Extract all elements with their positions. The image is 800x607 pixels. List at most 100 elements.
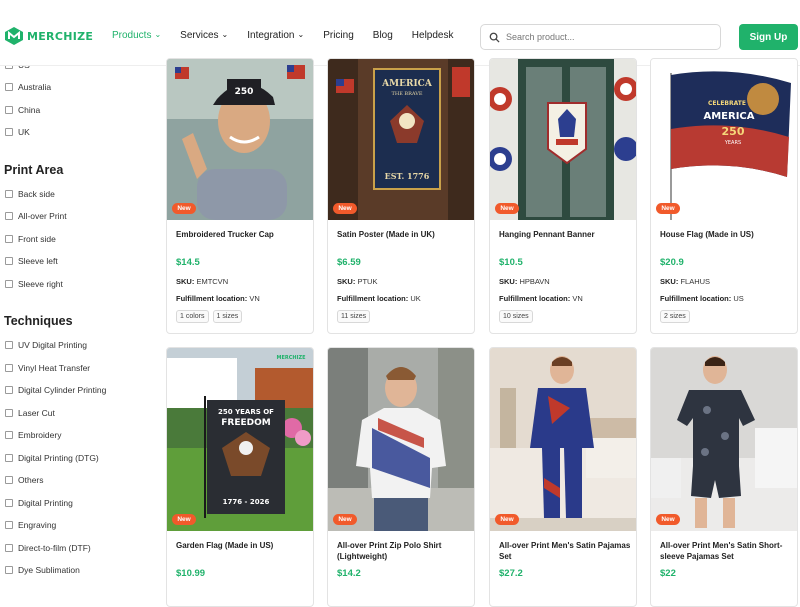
sku-value: HPBAVN (519, 277, 550, 286)
checkbox[interactable] (5, 66, 13, 69)
new-badge: New (656, 203, 680, 214)
garden-flag-freedom-text: FREEDOM (221, 418, 270, 428)
checkbox[interactable] (5, 128, 13, 136)
sign-up-button[interactable]: Sign Up (739, 24, 798, 50)
product-title[interactable]: Garden Flag (Made in US) (176, 540, 308, 551)
checkbox[interactable] (5, 386, 13, 394)
product-card[interactable]: 250 YEARS OF FREEDOM 1776 - 2026 MERCHIZ… (166, 347, 314, 607)
nav-helpdesk[interactable]: Helpdesk (412, 30, 454, 41)
new-badge: New (656, 514, 680, 525)
checkbox[interactable] (5, 257, 13, 265)
trucker-cap-photo: 250 (167, 59, 313, 220)
product-card[interactable]: New All-over Print Zip Polo Shirt (Light… (327, 347, 475, 607)
filter-technique[interactable]: Direct-to-film (DTF) (5, 543, 91, 553)
brand-logo[interactable]: MERCHIZE (4, 26, 93, 46)
filter-technique[interactable]: UV Digital Printing (5, 340, 87, 350)
search-input[interactable] (506, 32, 706, 42)
variant-chips: 11 sizes (337, 310, 374, 323)
product-title[interactable]: Satin Poster (Made in UK) (337, 229, 469, 240)
product-title[interactable]: All-over Print Men's Satin Pajamas Set (499, 540, 631, 562)
filter-technique[interactable]: Digital Printing (DTG) (5, 453, 99, 463)
nav-pricing[interactable]: Pricing (323, 30, 354, 41)
product-image[interactable] (651, 348, 797, 531)
filter-technique[interactable]: Engraving (5, 520, 56, 530)
nav-products[interactable]: Products ⌄ (112, 30, 161, 41)
checkbox[interactable] (5, 341, 13, 349)
product-title[interactable]: House Flag (Made in US) (660, 229, 792, 240)
filter-technique[interactable]: Others (5, 475, 44, 485)
product-title[interactable]: All-over Print Zip Polo Shirt (Lightweig… (337, 540, 469, 562)
product-title[interactable]: Hanging Pennant Banner (499, 229, 631, 240)
product-image[interactable] (328, 348, 474, 531)
checkbox[interactable] (5, 280, 13, 288)
filter-technique[interactable]: Vinyl Heat Transfer (5, 363, 90, 373)
product-card[interactable]: New All-over Print Men's Satin Short-sle… (650, 347, 798, 607)
cap-print-text: 250 (235, 87, 254, 97)
sku-label: SKU: (337, 277, 356, 286)
filter-print-sleeve-right[interactable]: Sleeve right (5, 279, 63, 289)
checkbox[interactable] (5, 476, 13, 484)
brand-name: MERCHIZE (27, 29, 94, 43)
filter-country-china[interactable]: China (5, 105, 40, 115)
checkbox[interactable] (5, 521, 13, 529)
filter-print-all-over[interactable]: All-over Print (5, 211, 67, 221)
filter-print-front-side[interactable]: Front side (5, 234, 56, 244)
checkbox[interactable] (5, 106, 13, 114)
checkbox[interactable] (5, 544, 13, 552)
filter-technique[interactable]: Digital Cylinder Printing (5, 385, 106, 395)
variant-chips: 10 sizes (499, 310, 537, 323)
filter-print-back-side[interactable]: Back side (5, 189, 55, 199)
filter-label: China (18, 105, 41, 115)
checkbox[interactable] (5, 566, 13, 574)
product-sku: SKU: FLAHUS (660, 277, 710, 286)
watermark-text: MERCHIZE (277, 355, 307, 361)
product-image[interactable]: 250 (167, 59, 313, 220)
product-price: $27.2 (499, 568, 523, 579)
product-card[interactable]: New Hanging Pennant Banner $10.5 SKU: HP… (489, 58, 637, 334)
filter-label: Front side (18, 234, 56, 244)
zip-polo-photo (328, 348, 474, 531)
checkbox[interactable] (5, 409, 13, 417)
search-box[interactable] (480, 24, 721, 50)
checkbox[interactable] (5, 431, 13, 439)
flag-america-text: AMERICA (703, 111, 754, 122)
checkbox[interactable] (5, 364, 13, 372)
product-card[interactable]: 250 New Embroidered Trucker Cap $14.5 SK… (166, 58, 314, 334)
new-badge: New (495, 514, 519, 525)
product-title[interactable]: All-over Print Men's Satin Short-sleeve … (660, 540, 792, 562)
product-image[interactable]: 250 YEARS OF FREEDOM 1776 - 2026 MERCHIZ… (167, 348, 313, 531)
checkbox[interactable] (5, 83, 13, 91)
product-card[interactable]: New All-over Print Men's Satin Pajamas S… (489, 347, 637, 607)
poster-subtitle-text: THE BRAVE (392, 91, 423, 97)
nav-services[interactable]: Services ⌄ (180, 30, 228, 41)
checkbox[interactable] (5, 212, 13, 220)
nav-integration[interactable]: Integration ⌄ (247, 30, 304, 41)
product-image[interactable]: AMERICA THE BRAVE EST. 1776 (328, 59, 474, 220)
product-image[interactable] (490, 59, 636, 220)
filter-technique[interactable]: Digital Printing (5, 498, 73, 508)
filter-country-uk[interactable]: UK (5, 127, 30, 137)
product-image[interactable]: CELEBRATE AMERICA 250 YEARS (651, 59, 797, 220)
filter-technique[interactable]: Dye Sublimation (5, 565, 80, 575)
garden-flag-250-text: 250 YEARS OF (218, 408, 274, 416)
filter-country-us[interactable]: US (5, 66, 30, 70)
nav-blog[interactable]: Blog (373, 30, 393, 41)
product-image[interactable] (490, 348, 636, 531)
product-card[interactable]: AMERICA THE BRAVE EST. 1776 New Satin Po… (327, 58, 475, 334)
checkbox[interactable] (5, 235, 13, 243)
new-badge: New (172, 514, 196, 525)
product-title[interactable]: Embroidered Trucker Cap (176, 229, 308, 240)
satin-pajamas-photo (490, 348, 636, 531)
product-card[interactable]: CELEBRATE AMERICA 250 YEARS New House Fl… (650, 58, 798, 334)
variant-chip: 11 sizes (337, 310, 371, 323)
filter-country-australia[interactable]: Australia (5, 82, 51, 92)
checkbox[interactable] (5, 454, 13, 462)
filter-print-sleeve-left[interactable]: Sleeve left (5, 256, 58, 266)
filter-label: Dye Sublimation (18, 565, 80, 575)
top-header: MERCHIZE Products ⌄ Services ⌄ Integration… (0, 0, 800, 66)
filter-technique[interactable]: Embroidery (5, 430, 61, 440)
fulfillment-value: VN (249, 294, 260, 303)
checkbox[interactable] (5, 499, 13, 507)
filter-technique[interactable]: Laser Cut (5, 408, 55, 418)
checkbox[interactable] (5, 190, 13, 198)
